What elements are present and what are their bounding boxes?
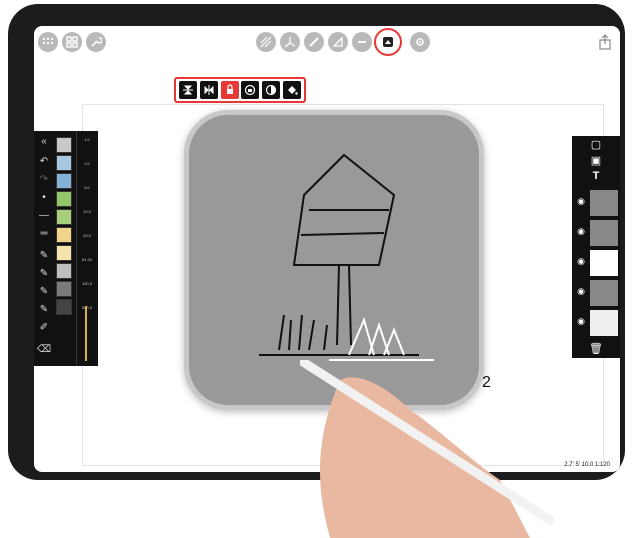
dash-brush-icon[interactable]: ═	[37, 227, 51, 241]
eye-icon[interactable]: ◉	[575, 226, 587, 236]
pencil-4-icon[interactable]: ✎	[37, 303, 51, 317]
color-swatch[interactable]	[56, 227, 72, 243]
share-graphic	[599, 34, 611, 50]
color-swatch[interactable]	[56, 263, 72, 279]
hand-with-pencil	[300, 360, 555, 538]
brush-size-option[interactable]: 2.0	[77, 161, 97, 166]
flip-vertical-icon[interactable]	[179, 81, 198, 99]
symmetry-subtoolbar	[174, 77, 306, 103]
line-brush-icon[interactable]: —	[37, 209, 51, 223]
color-swatch[interactable]	[56, 209, 72, 225]
eye-icon[interactable]: ◉	[575, 196, 587, 206]
symmetry-tool-icon[interactable]	[374, 28, 402, 56]
color-swatch[interactable]	[56, 281, 72, 297]
flip-horizontal-icon[interactable]	[199, 81, 218, 99]
pen-tool-icon[interactable]	[304, 32, 324, 52]
color-swatch[interactable]	[56, 137, 72, 153]
redo-icon[interactable]: ↷	[37, 173, 51, 187]
minus-graphic	[358, 41, 366, 43]
marker-icon[interactable]: ✐	[37, 321, 51, 335]
value-c: 5'	[575, 462, 580, 468]
layer-thumb-2[interactable]	[590, 220, 618, 246]
contrast-graphic	[265, 84, 277, 96]
layer-thumb-3[interactable]	[590, 250, 618, 276]
color-swatch[interactable]	[56, 245, 72, 261]
triangle-tool-icon[interactable]	[328, 32, 348, 52]
fill-bucket-icon[interactable]	[282, 81, 301, 99]
share-icon[interactable]	[598, 34, 612, 55]
layer-thumb-5[interactable]	[590, 310, 618, 336]
opacity-slider[interactable]	[85, 306, 87, 361]
brush-size-option[interactable]: 51.20	[77, 257, 97, 262]
triangle-graphic	[332, 36, 343, 47]
collapse-chevron-icon[interactable]: «	[37, 135, 51, 149]
brush-type-column: « ↶ ↷ • — ═ ✎ ✎ ✎ ✎ ✐ ⌫	[34, 131, 54, 366]
eraser-icon[interactable]: ⌫	[37, 343, 51, 357]
eye-icon[interactable]: ◉	[575, 316, 587, 326]
brush-size-option[interactable]: 1.0	[77, 137, 97, 142]
brush-size-option[interactable]: 5.0	[77, 185, 97, 190]
status-readout: 2.7' 5' 10.0 1:120	[564, 462, 610, 468]
settings-gear-icon[interactable]	[410, 32, 430, 52]
pencil-1-icon[interactable]: ✎	[37, 249, 51, 263]
brush-size-option[interactable]: 20.0	[77, 233, 97, 238]
gear-graphic	[416, 38, 424, 46]
layer-thumb-1[interactable]	[590, 190, 618, 216]
grid-icon[interactable]	[62, 32, 82, 52]
symmetry-graphic	[383, 37, 393, 47]
brush-library-icon[interactable]	[38, 32, 58, 52]
wrench-icon-graphic	[91, 37, 102, 47]
scale: 1:120	[594, 462, 610, 468]
value-a: 2.7'	[564, 462, 574, 468]
right-layers-panel: ▢ ▣ T ◉ ◉ ◉ ◉ ◉ 🗑	[572, 136, 620, 358]
layer-thumb-4[interactable]	[590, 280, 618, 306]
pen-graphic	[309, 37, 319, 47]
color-swatch[interactable]	[56, 173, 72, 189]
text-tool[interactable]: T	[576, 170, 616, 182]
image-icon[interactable]: ▣	[576, 154, 616, 167]
rotate-graphic	[245, 84, 256, 96]
bucket-graphic	[287, 86, 298, 95]
color-swatch[interactable]	[56, 191, 72, 207]
value-b: 10.0	[581, 462, 594, 468]
fliph-graphic	[204, 85, 214, 95]
grid-icon-graphic	[66, 36, 78, 48]
flipv-graphic	[183, 85, 194, 95]
color-swatches	[56, 137, 72, 317]
left-brush-panel: « ↶ ↷ • — ═ ✎ ✎ ✎ ✎ ✐ ⌫ 1.0 2.0 5.0 10.0 20.…	[34, 131, 98, 366]
page-icon[interactable]: ▢	[576, 138, 616, 151]
hatch-tool-icon[interactable]	[256, 32, 276, 52]
brush-library-icon-graphic	[43, 38, 53, 44]
trash-icon[interactable]: 🗑	[576, 342, 616, 355]
rotate-lock-icon[interactable]	[241, 81, 260, 99]
pencil-2-icon[interactable]: ✎	[37, 267, 51, 281]
undo-icon[interactable]: ↶	[37, 155, 51, 169]
dot-brush-icon[interactable]: •	[37, 191, 51, 205]
brush-size-option[interactable]: 500.0	[77, 305, 97, 310]
pencil-3-icon[interactable]: ✎	[37, 285, 51, 299]
hatch-graphic	[260, 36, 272, 48]
lock-icon[interactable]	[220, 81, 239, 99]
minus-tool-icon[interactable]	[352, 32, 372, 52]
brush-size-option[interactable]: 10.0	[77, 209, 97, 214]
perspective-tool-icon[interactable]	[280, 32, 300, 52]
color-swatch[interactable]	[56, 155, 72, 171]
eye-icon[interactable]: ◉	[575, 286, 587, 296]
eye-icon[interactable]: ◉	[575, 256, 587, 266]
lock-graphic	[226, 84, 233, 94]
perspective-graphic	[284, 37, 296, 48]
color-swatch[interactable]	[56, 299, 72, 315]
brush-size-option[interactable]: 100.0	[77, 281, 97, 286]
wrench-icon[interactable]	[86, 32, 106, 52]
contrast-icon[interactable]	[261, 81, 280, 99]
